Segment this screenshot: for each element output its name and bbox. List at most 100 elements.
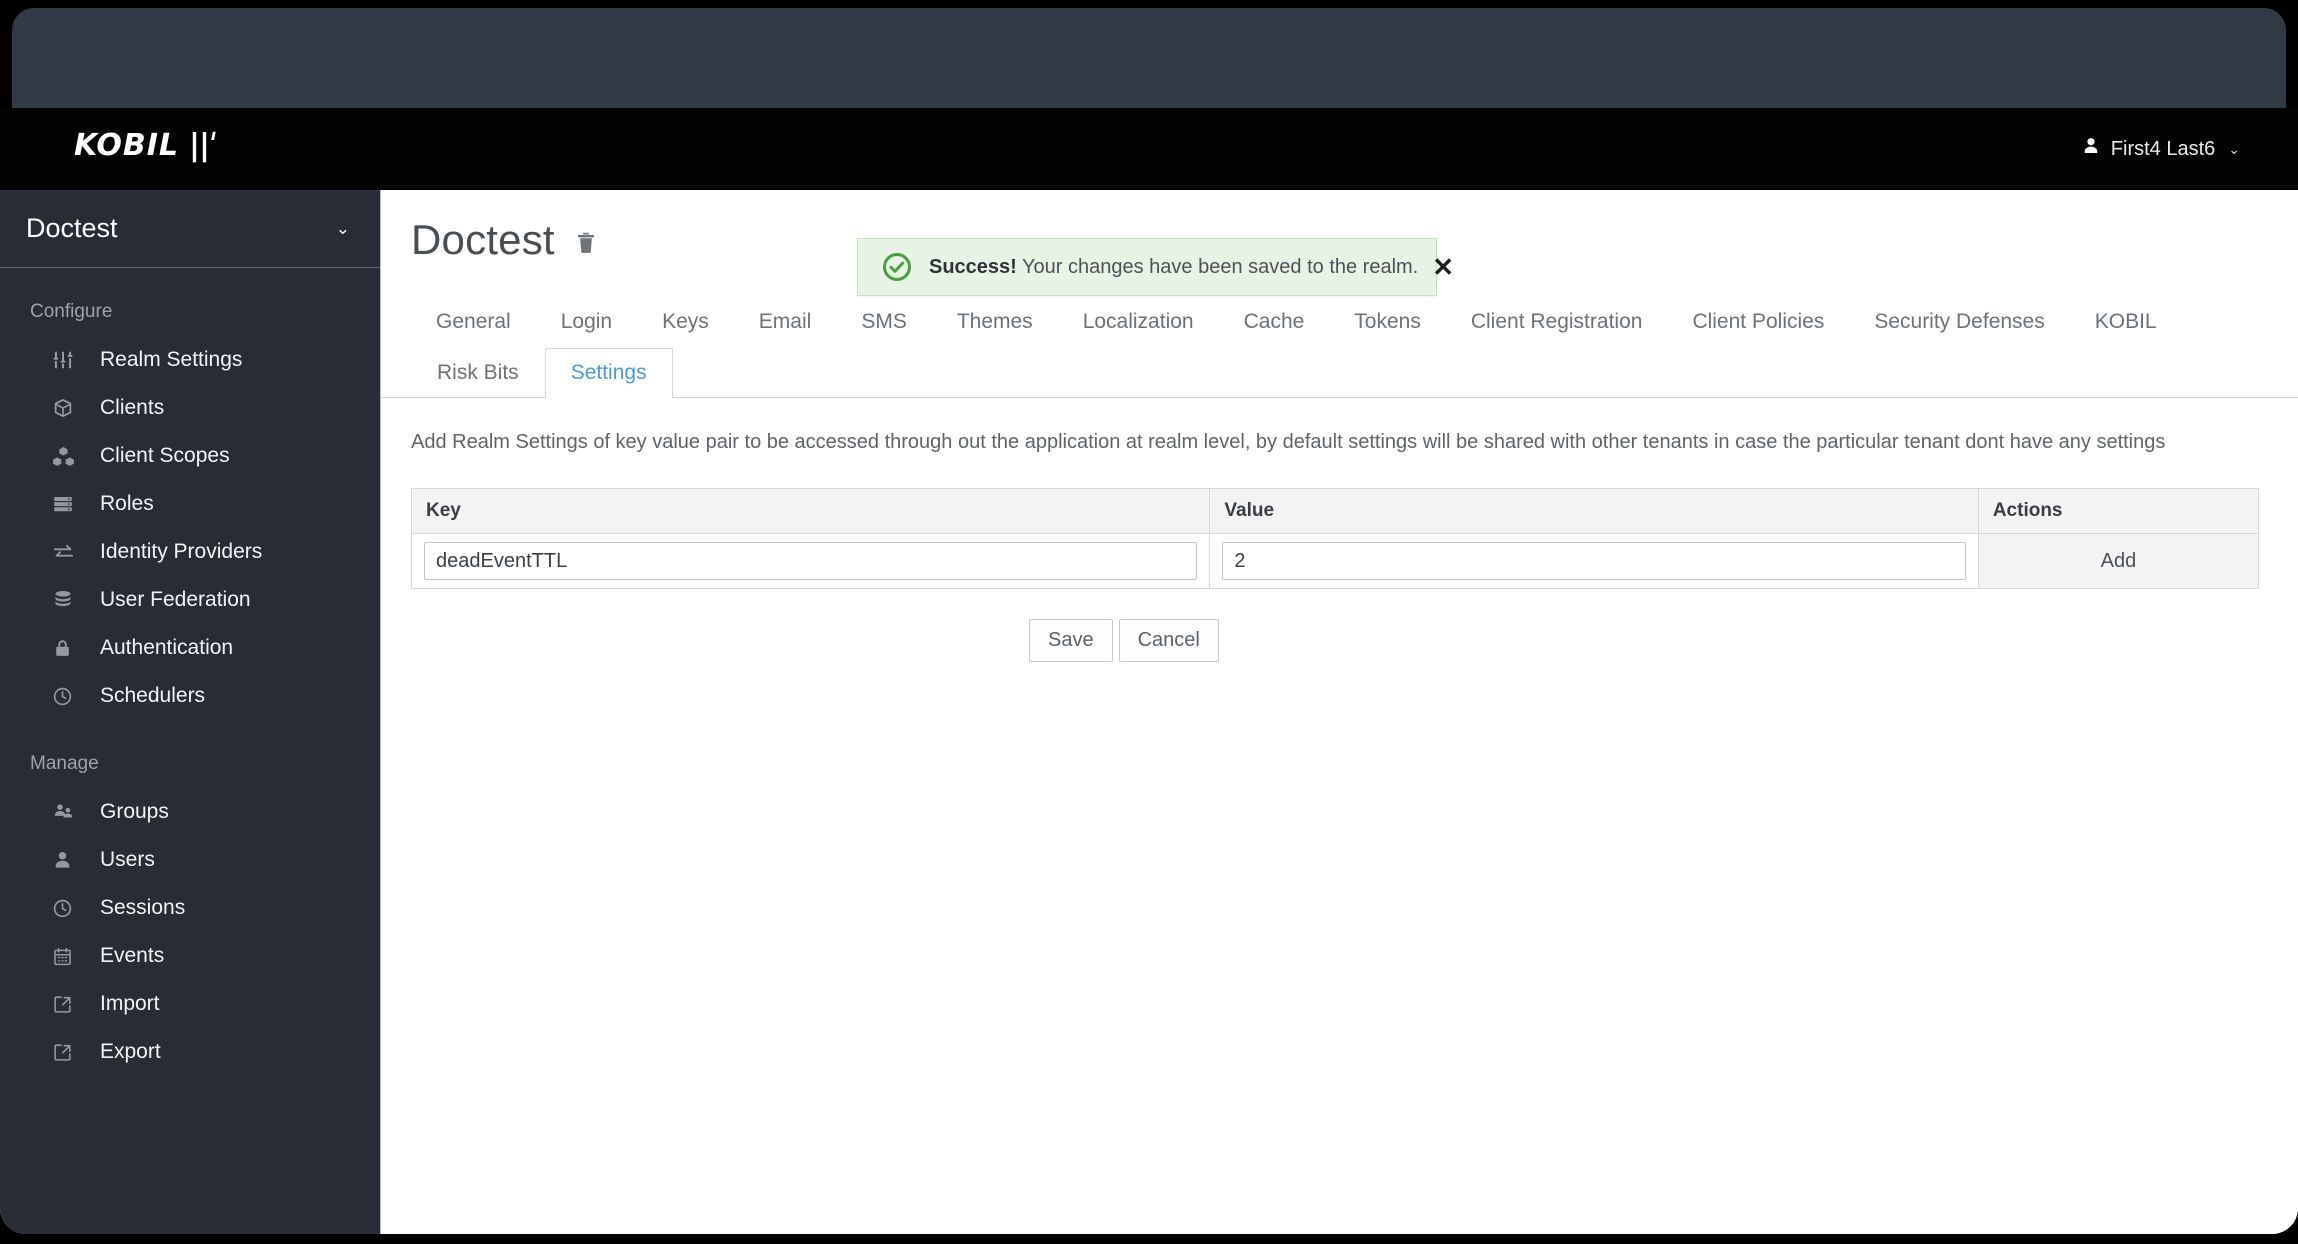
tab-login[interactable]: Login [536,310,637,334]
import-arrow-icon [52,994,86,1015]
tab-security-defenses[interactable]: Security Defenses [1849,310,2069,334]
user-icon [52,850,86,871]
tab-themes[interactable]: Themes [932,310,1058,334]
column-header-value: Value [1209,488,1979,534]
clock-icon [52,686,86,707]
save-button[interactable]: Save [1029,619,1113,662]
success-alert-text: Success! Your changes have been saved to… [929,256,1418,279]
actions-cell: Add [1977,533,2260,589]
sidebar-item-label: Clients [100,396,165,419]
sidebar-item-label: Export [100,1040,161,1063]
key-cell [410,533,1211,589]
sidebar-item-label: Sessions [100,896,186,919]
tab-risk-bits[interactable]: Risk Bits [411,348,545,397]
sidebar-item-label: Client Scopes [100,444,230,467]
sidebar-item-label: Groups [100,800,169,823]
tab-client-policies[interactable]: Client Policies [1667,310,1849,334]
tabs-primary: General Login Keys Email SMS Themes Loca… [381,290,2298,334]
tab-localization[interactable]: Localization [1058,310,1219,334]
kobil-logo[interactable]: KOBIL ||ˈ [74,128,218,163]
sidebar-item-events[interactable]: Events [0,932,380,980]
tab-general[interactable]: General [411,310,536,334]
brand-mark-icon: ||ˈ [188,128,218,163]
table-row: Add [410,533,2260,589]
sidebar-item-label: Users [100,848,155,871]
chevron-down-icon: ⌄ [335,218,350,238]
success-alert-title: Success! [929,255,1017,278]
success-alert-message: Your changes have been saved to the real… [1016,255,1419,278]
sidebar-item-clients[interactable]: Clients [0,384,380,432]
tab-settings[interactable]: Settings [544,348,673,398]
tab-tokens[interactable]: Tokens [1329,310,1446,334]
sliders-icon [52,349,86,371]
realm-selector[interactable]: Doctest ⌄ [0,190,380,268]
check-circle-icon [882,252,912,282]
main-content: Doctest General Login Keys Email SMS The… [381,190,2298,1234]
success-alert: Success! Your changes have been saved to… [857,238,1454,296]
calendar-icon [52,946,86,967]
sidebar-item-client-scopes[interactable]: Client Scopes [0,432,380,480]
sidebar-item-sessions[interactable]: Sessions [0,884,380,932]
masthead: KOBIL ||ˈ First4 Last6 ⌄ [0,108,2298,190]
nav-group-title: Configure [30,301,113,322]
brand-text: KOBIL [74,128,179,163]
tab-cache[interactable]: Cache [1219,310,1330,334]
person-icon [2082,137,2100,161]
tabs-secondary: Risk Bits Settings [381,348,2298,398]
user-menu-label: First4 Last6 [2110,137,2216,160]
server-rows-icon [52,493,86,515]
chevron-down-icon: ⌄ [2228,140,2240,157]
sidebar-item-user-federation[interactable]: User Federation [0,576,380,624]
user-menu[interactable]: First4 Last6 ⌄ [2048,108,2298,190]
sidebar-item-label: Import [100,992,160,1015]
sidebar-item-identity-providers[interactable]: Identity Providers [0,528,380,576]
browser-shell: KOBIL ||ˈ First4 Last6 ⌄ Success! Your c… [0,0,2298,1244]
column-header-key: Key [410,488,1211,534]
cancel-button[interactable]: Cancel [1118,619,1219,662]
realm-selector-label: Doctest [26,213,118,243]
sidebar-item-label: Realm Settings [100,348,243,371]
tab-email[interactable]: Email [734,310,837,334]
tab-kobil[interactable]: KOBIL [2070,310,2182,334]
users-group-icon [52,801,86,824]
sidebar-item-label: Roles [100,492,154,515]
value-cell [1209,533,1979,589]
sidebar: Doctest ⌄ Configure Realm Settings Clien… [0,190,381,1234]
cube-icon [52,397,86,419]
clock-icon [52,898,86,919]
sidebar-item-label: Identity Providers [100,540,263,563]
database-icon [52,589,86,611]
close-icon[interactable]: ✕ [1418,254,1454,280]
sidebar-item-schedulers[interactable]: Schedulers [0,672,380,720]
settings-table: Key Value Actions Add [410,488,2260,589]
nav-group-manage: Manage Groups Users Sessions Events Impo… [0,720,380,1076]
sidebar-item-label: Events [100,944,165,967]
tab-sms[interactable]: SMS [836,310,932,334]
sidebar-item-roles[interactable]: Roles [0,480,380,528]
nav-group-configure: Configure Realm Settings Clients Client … [0,268,380,720]
section-description: Add Realm Settings of key value pair to … [411,431,2166,453]
sidebar-item-authentication[interactable]: Authentication [0,624,380,672]
browser-chrome-bar [12,8,2286,108]
sidebar-item-label: Authentication [100,636,234,659]
column-header-actions: Actions [1977,488,2260,534]
sidebar-item-import[interactable]: Import [0,980,380,1028]
sidebar-item-label: User Federation [100,588,251,611]
nav-group-title: Manage [30,753,99,774]
form-buttons: Save Cancel [1029,619,2298,662]
sidebar-item-realm-settings[interactable]: Realm Settings [0,336,380,384]
tab-client-registration[interactable]: Client Registration [1446,310,1668,334]
sidebar-item-label: Schedulers [100,684,206,707]
value-input[interactable] [1222,542,1966,580]
sidebar-item-export[interactable]: Export [0,1028,380,1076]
page-viewport: KOBIL ||ˈ First4 Last6 ⌄ Success! Your c… [0,108,2298,1234]
table-header-row: Key Value Actions [410,488,2260,534]
trash-icon[interactable] [573,224,599,256]
sidebar-item-groups[interactable]: Groups [0,788,380,836]
tab-keys[interactable]: Keys [637,310,734,334]
add-row-button[interactable]: Add [2081,538,2157,585]
key-input[interactable] [424,542,1198,580]
export-arrow-icon [52,1042,86,1063]
sidebar-item-users[interactable]: Users [0,836,380,884]
lock-icon [52,638,86,659]
